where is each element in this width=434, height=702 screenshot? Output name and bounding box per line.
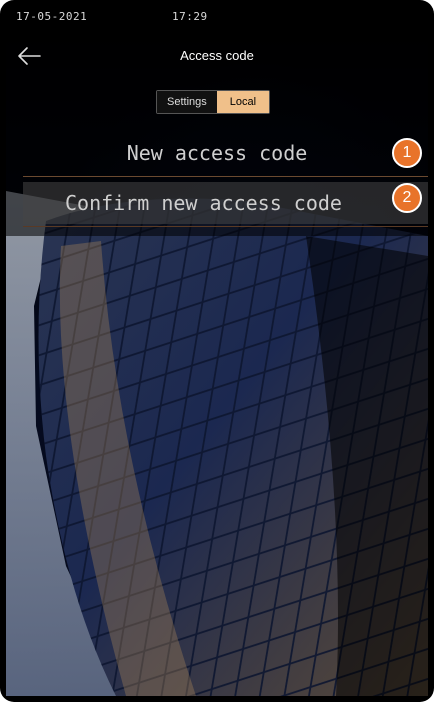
field-divider [23, 226, 428, 227]
screen: 17-05-2021 17:29 Access code Settings Lo… [6, 6, 428, 696]
page-title: Access code [180, 48, 254, 63]
status-time: 17:29 [172, 10, 208, 23]
tab-local[interactable]: Local [216, 91, 270, 113]
status-date: 17-05-2021 [16, 10, 88, 23]
callout-badge-1: 1 [392, 138, 422, 168]
new-access-code-input[interactable]: New access code [6, 132, 428, 174]
tab-settings[interactable]: Settings [157, 91, 217, 113]
device-frame: 17-05-2021 17:29 Access code Settings Lo… [0, 0, 434, 702]
field-divider [23, 176, 428, 177]
tab-bar: Settings Local [156, 90, 271, 114]
confirm-access-code-input[interactable]: Confirm new access code [23, 182, 428, 224]
callout-badge-2: 2 [392, 183, 422, 213]
